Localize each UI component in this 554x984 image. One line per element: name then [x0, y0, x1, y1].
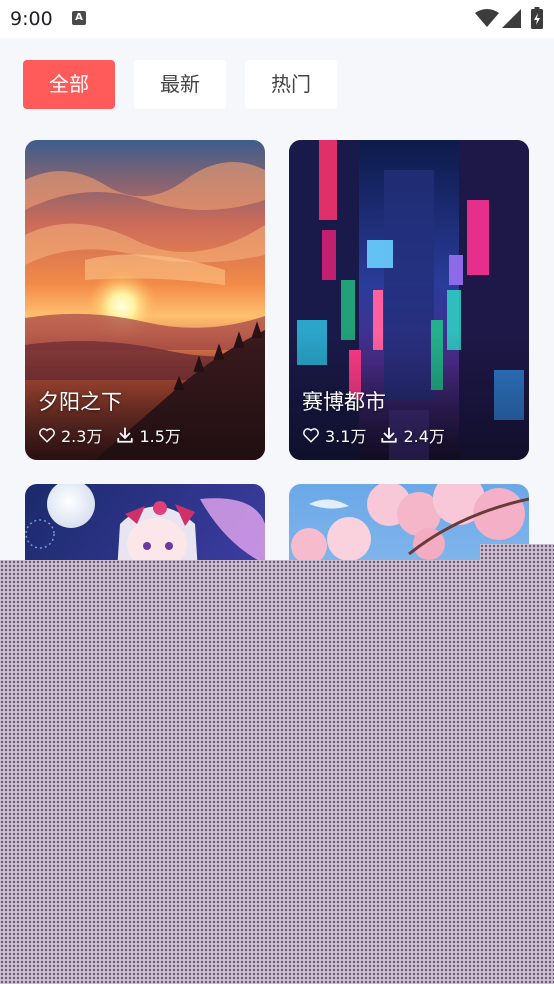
a-badge-icon: A	[72, 11, 86, 25]
signal-icon	[502, 9, 521, 28]
like-stat[interactable]: 3.1万	[302, 423, 366, 447]
card-stats: 2.3万 1.5万	[38, 424, 195, 446]
like-count: 2.3万	[61, 427, 103, 446]
like-count: 3.1万	[325, 427, 367, 446]
download-icon	[117, 427, 134, 443]
status-bar: 9:00 A	[0, 0, 554, 38]
card-title: 赛博都市	[302, 390, 386, 414]
tab-hot[interactable]: 热门	[245, 60, 337, 109]
wallpaper-card-cyber[interactable]: 赛博都市 3.1万 2.4万	[289, 140, 529, 460]
tab-latest[interactable]: 最新	[134, 60, 226, 109]
like-stat[interactable]: 2.3万	[38, 423, 102, 447]
download-stat[interactable]: 2.4万	[380, 423, 445, 447]
download-count: 1.5万	[139, 427, 181, 446]
wifi-icon	[475, 9, 499, 27]
download-stat[interactable]: 1.5万	[116, 423, 181, 447]
heart-icon	[303, 428, 319, 443]
download-icon	[381, 427, 398, 443]
wallpaper-card-sunset[interactable]: 夕阳之下 2.3万 1.5万	[25, 140, 265, 460]
battery-icon	[531, 7, 543, 29]
filter-tabs: 全部 最新 热门	[23, 60, 353, 110]
overlay-pattern	[0, 560, 554, 984]
heart-icon	[39, 428, 55, 443]
card-title: 夕阳之下	[38, 390, 122, 414]
status-time: 9:00	[10, 8, 53, 30]
tab-all[interactable]: 全部	[23, 60, 115, 109]
download-count: 2.4万	[403, 427, 445, 446]
card-stats: 3.1万 2.4万	[302, 424, 459, 446]
